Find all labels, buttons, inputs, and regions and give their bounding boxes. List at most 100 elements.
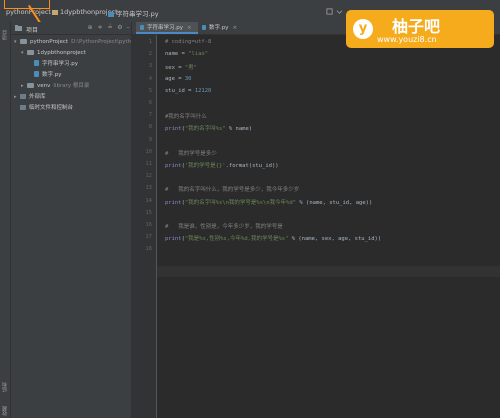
- code-token: "我的名字叫%s\n我的学号是%s\n我今年%d": [184, 199, 297, 206]
- code-token: print: [165, 236, 182, 243]
- code-token: #我的名字叫什么: [165, 114, 207, 121]
- line-number: 17: [145, 234, 152, 241]
- youzi-logo-icon: y: [353, 19, 373, 39]
- tree-item-label: venv: [37, 83, 51, 89]
- line-number: 12: [145, 173, 152, 180]
- code-editor[interactable]: # coding=utf-8 name = "liao" sex = "男" age …: [157, 35, 500, 418]
- line-number: 11: [145, 161, 152, 167]
- python-file-icon: [108, 12, 114, 17]
- line-number: 3: [148, 63, 152, 70]
- line-number: 2: [148, 51, 152, 58]
- code-token: # coding=utf-8: [165, 39, 212, 45]
- line-number: 1: [148, 39, 152, 45]
- breadcrumb-file[interactable]: 字符串学习.py: [108, 8, 159, 18]
- tree-item[interactable]: ▾ 1dypbthonproject: [11, 48, 141, 58]
- code-token: % name): [225, 126, 253, 133]
- tab-numbers[interactable]: 数字.py ×: [198, 22, 242, 34]
- locate-icon[interactable]: ⊕: [87, 25, 93, 31]
- tree-item-label: 1dypbthonproject: [37, 50, 86, 56]
- folder-icon: [52, 10, 58, 15]
- code-token: stu_id =: [165, 87, 195, 94]
- tree-item-path: library 根目录: [53, 83, 90, 89]
- code-token: % (name, sex, age, stu_id)): [288, 236, 382, 243]
- code-token: .format(stu_id)): [225, 163, 279, 169]
- breadcrumb-project[interactable]: pythonProject: [6, 8, 51, 16]
- code-token: # 我的学号是多少: [165, 150, 217, 157]
- folder-icon: [15, 25, 22, 31]
- close-icon[interactable]: ×: [187, 25, 192, 31]
- dropdown-icon[interactable]: [336, 8, 343, 15]
- folder-icon: [20, 39, 27, 44]
- code-token: 12120: [194, 87, 212, 94]
- tree-item-label: 数字.py: [42, 72, 62, 78]
- code-line: print("我的名字叫%s" % name): [165, 124, 252, 132]
- code-token: "我的名字叫%s": [184, 126, 226, 133]
- tab-string-study[interactable]: 字符串学习.py ×: [136, 22, 198, 34]
- code-token: print: [165, 126, 182, 133]
- line-number-gutter[interactable]: 1 2 3 4 5 6 7 8 9 10 11 12 13 14 15 16 17 18: [132, 35, 157, 418]
- tree-item[interactable]: ▾pythonProjectD:\PythonProject\pythonPro…: [11, 37, 134, 47]
- project-panel-header: 项目 ⊕ ≑ ≟ ⚙ –: [11, 22, 131, 35]
- line-number: 18: [145, 246, 152, 253]
- tool-window-project[interactable]: 项目: [1, 30, 9, 40]
- gear-icon[interactable]: ⚙: [117, 25, 123, 31]
- code-token: "我是%s,性别%s,今年%d,我的学号是%s": [184, 236, 289, 243]
- code-token: print: [165, 163, 182, 169]
- folder-icon: [27, 50, 34, 55]
- line-number: 4: [148, 75, 152, 82]
- code-line: print("我的名字叫%s\n我的学号是%s\n我今年%d" % (name,…: [165, 198, 372, 206]
- code-line: sex = "男": [165, 63, 197, 71]
- expand-icon[interactable]: ≟: [107, 25, 113, 31]
- folder-icon: [27, 83, 34, 88]
- library-icon: [20, 94, 26, 99]
- project-panel-title[interactable]: 项目: [26, 25, 38, 34]
- tree-item-label: 外部库: [29, 94, 46, 100]
- tree-item[interactable]: ▸ 外部库: [11, 92, 134, 102]
- annotation-box: [4, 0, 50, 9]
- code-token: print: [165, 199, 182, 206]
- tree-item[interactable]: 临时文件和控制台: [11, 103, 134, 113]
- code-token: 30: [184, 75, 192, 82]
- python-file-icon: [34, 71, 39, 77]
- code-token: name =: [165, 51, 189, 58]
- tree-item[interactable]: 数字.py: [11, 70, 148, 80]
- line-number: 6: [148, 100, 152, 106]
- code-line: #我的名字叫什么: [165, 112, 207, 120]
- collapse-icon[interactable]: ≑: [97, 25, 103, 31]
- line-number: 15: [145, 209, 152, 216]
- watermark-logo: y 柚子吧 www.youzi8.cn: [346, 10, 494, 48]
- python-file-icon: [140, 25, 144, 30]
- close-icon[interactable]: ×: [233, 25, 238, 31]
- project-tree: ▾pythonProjectD:\PythonProject\pythonPro…: [11, 35, 134, 418]
- code-line: print('我的学号是{}'.format(stu_id)): [165, 161, 279, 169]
- tree-item-label: pythonProject: [30, 39, 69, 45]
- tree-item-label: 字符串学习.py: [42, 61, 78, 67]
- code-line: # coding=utf-8: [165, 39, 211, 45]
- tool-window-favorites[interactable]: 收藏: [1, 406, 9, 416]
- code-line: age = 30: [165, 76, 192, 82]
- python-file-icon: [202, 25, 206, 30]
- library-icon: [20, 105, 26, 110]
- tool-window-structure[interactable]: 结构: [1, 382, 9, 392]
- code-line: # 我的名字叫什么，我的学号是多少，我今年多少岁: [165, 185, 299, 193]
- tree-item[interactable]: ▸ venv library 根目录: [11, 81, 141, 91]
- left-tool-strip: 项目 结构 收藏: [0, 22, 11, 418]
- code-line: name = "liao": [165, 51, 208, 57]
- code-token: "liao": [188, 51, 209, 58]
- code-token: "男": [184, 65, 197, 72]
- tree-item[interactable]: 字符串学习.py: [11, 59, 148, 69]
- watermark-title: 柚子吧: [392, 17, 441, 36]
- line-number: 9: [148, 136, 152, 143]
- line-number: 13: [145, 185, 152, 192]
- run-config-icon[interactable]: [326, 8, 333, 15]
- code-token: age =: [165, 75, 185, 82]
- line-number: 7: [148, 112, 152, 119]
- line-number: 8: [148, 124, 152, 131]
- code-line: stu_id = 12120: [165, 88, 211, 94]
- code-token: # 我是谁，性别是，今年多少岁，我的学号是: [165, 224, 283, 230]
- watermark-url: www.youzi8.cn: [377, 35, 437, 44]
- code-token: sex =: [165, 65, 185, 72]
- tree-item-path: D:\PythonProject\pythonProject: [71, 39, 134, 45]
- python-file-icon: [34, 60, 39, 66]
- code-line: print("我是%s,性别%s,今年%d,我的学号是%s" % (name, …: [165, 234, 381, 242]
